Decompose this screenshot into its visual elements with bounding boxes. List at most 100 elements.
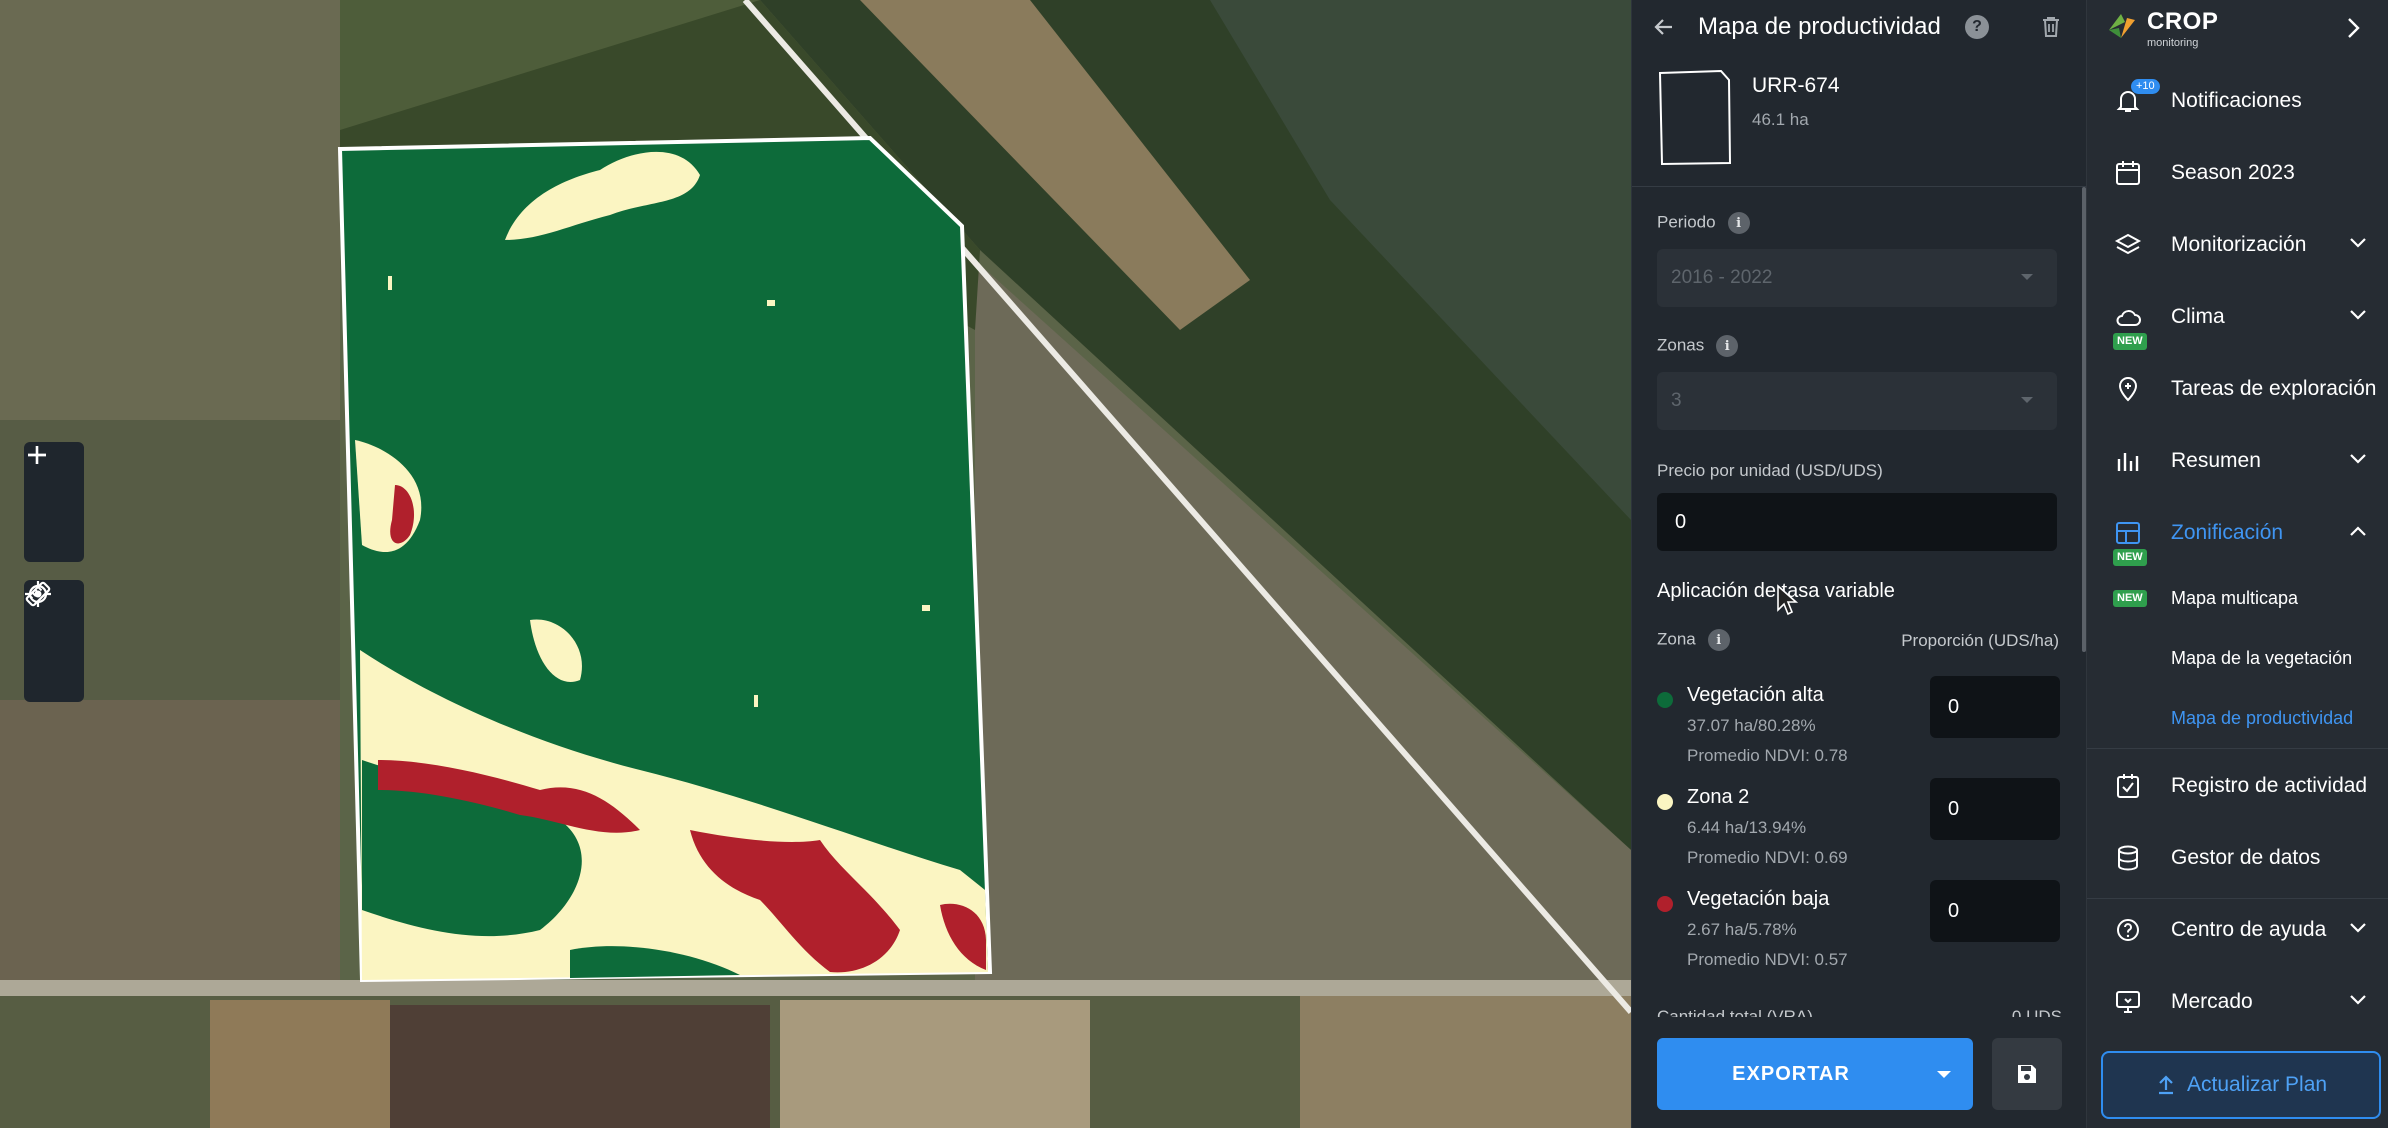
- upload-icon: [2159, 1075, 2173, 1095]
- satellite-map[interactable]: [0, 0, 1631, 1128]
- price-label: Precio por unidad (USD/UDS): [1657, 461, 1883, 480]
- sub-vegetation-map[interactable]: Mapa de la vegetación: [2171, 648, 2352, 669]
- price-input[interactable]: 0: [1657, 493, 2057, 551]
- field-name: URR-674: [1752, 74, 1840, 97]
- upgrade-plan-button[interactable]: Actualizar Plan: [2101, 1051, 2381, 1119]
- nav-marketplace[interactable]: Mercado: [2087, 970, 2388, 1034]
- nav-label: Centro de ayuda: [2171, 918, 2327, 941]
- period-select[interactable]: 2016 - 2022: [1657, 249, 2057, 307]
- locate-button[interactable]: [24, 581, 84, 700]
- zone-rate-value: 0: [1948, 798, 1960, 820]
- help-icon[interactable]: ?: [1965, 15, 1989, 39]
- info-icon[interactable]: i: [1707, 629, 1730, 651]
- minus-icon: [28, 453, 46, 457]
- zone-rate-value: 0: [1948, 900, 1960, 922]
- zones-select[interactable]: 3: [1657, 372, 2057, 430]
- brand-logo[interactable]: CROP monitoring: [2105, 8, 2218, 49]
- field-card[interactable]: URR-674 46.1 ha: [1632, 54, 2087, 187]
- nav-notifications[interactable]: +10 Notificaciones: [2087, 69, 2388, 133]
- checklist-icon: [2117, 774, 2139, 798]
- period-label: Periodo i: [1657, 212, 1750, 234]
- info-icon[interactable]: i: [1727, 212, 1750, 234]
- nav-label: Monitorización: [2171, 233, 2307, 256]
- zone-area: 6.44 ha/13.94%: [1687, 818, 1807, 837]
- chevron-down-icon: [2350, 238, 2366, 248]
- zone-row: Zona 2 6.44 ha/13.94% Promedio NDVI: 0.6…: [1657, 778, 2062, 888]
- nav-monitoring[interactable]: Monitorización: [2087, 213, 2388, 277]
- zone-color-dot: [1657, 896, 1673, 912]
- panel-actions: EXPORTAR: [1632, 1017, 2087, 1128]
- nav-label: Registro de actividad: [2171, 774, 2368, 797]
- info-icon[interactable]: i: [1716, 335, 1739, 357]
- map-canvas[interactable]: [0, 0, 1631, 1128]
- main-sidebar: CROP monitoring +10 Notificaciones Seaso…: [2086, 0, 2388, 1128]
- nav-label: Clima: [2171, 305, 2225, 328]
- chevron-right-icon: [2348, 18, 2360, 38]
- crosshair-icon: [25, 581, 51, 607]
- trash-icon: [2043, 17, 2059, 37]
- nav-weather[interactable]: NEW Clima: [2087, 285, 2388, 350]
- upgrade-label: Actualizar Plan: [2187, 1073, 2328, 1096]
- panel-scroll-area[interactable]: Periodo i 2016 - 2022 Zonas i 3 Precio por…: [1632, 187, 2087, 1017]
- brand-subtitle: monitoring: [2147, 37, 2199, 49]
- sub-productivity-map[interactable]: Mapa de productividad: [2171, 708, 2353, 729]
- collapse-sidebar-button[interactable]: [2337, 12, 2369, 44]
- zone-rate-value: 0: [1948, 696, 1960, 718]
- vra-total-value: 0 UDS: [2011, 1007, 2062, 1017]
- nav-label: Season 2023: [2171, 161, 2295, 184]
- caret-down-icon[interactable]: [1937, 1071, 1951, 1078]
- zone-rate-input[interactable]: 0: [1930, 676, 2060, 738]
- nav-summary[interactable]: Resumen: [2087, 429, 2388, 493]
- export-button[interactable]: EXPORTAR: [1657, 1038, 1973, 1110]
- save-button[interactable]: [1992, 1038, 2062, 1110]
- bar-chart-icon: [2117, 453, 2139, 471]
- new-badge: NEW: [2113, 590, 2147, 607]
- field-area: 46.1 ha: [1752, 110, 1809, 129]
- zoom-out-button[interactable]: [24, 453, 84, 562]
- help-circle-icon: [2117, 919, 2139, 941]
- zone-name: Vegetación alta: [1687, 684, 1824, 706]
- panel-title: Mapa de productividad: [1698, 13, 1941, 40]
- nav-zoning[interactable]: NEW Zonificación: [2087, 501, 2388, 566]
- zone-color-dot: [1657, 692, 1673, 708]
- rate-column-header: Proporción (UDS/ha): [1901, 631, 2059, 650]
- productivity-map-panel: Mapa de productividad ? URR-674 46.1 ha …: [1631, 0, 2087, 1128]
- nav-label: Resumen: [2171, 449, 2261, 472]
- nav-season[interactable]: Season 2023: [2087, 141, 2388, 205]
- chevron-down-icon: [2350, 995, 2366, 1005]
- panel-header: Mapa de productividad ?: [1632, 0, 2087, 54]
- nav-label: Tareas de exploración: [2171, 377, 2377, 400]
- nav-activity-log[interactable]: Registro de actividad: [2087, 754, 2388, 818]
- crop-logo-icon: [2109, 14, 2135, 38]
- chevron-down-icon: [2350, 310, 2366, 320]
- zone-area: 37.07 ha/80.28%: [1687, 716, 1816, 735]
- nav-data-manager[interactable]: Gestor de datos: [2087, 826, 2388, 890]
- zoning-icon: [2116, 522, 2140, 544]
- nav-help-center[interactable]: Centro de ayuda: [2087, 898, 2388, 962]
- arrow-left-icon: [1654, 19, 1672, 35]
- nav-scouting-tasks[interactable]: Tareas de exploración: [2087, 357, 2388, 421]
- sub-multilayer-map[interactable]: Mapa multicapa: [2171, 588, 2298, 609]
- vra-total-row: Cantidad total (VRA) 0 UDS: [1657, 1007, 2062, 1017]
- zone-rate-input[interactable]: 0: [1930, 778, 2060, 840]
- zoom-controls: [24, 442, 84, 562]
- nav-label: Gestor de datos: [2171, 846, 2321, 869]
- zone-row: Vegetación alta 37.07 ha/80.28% Promedio…: [1657, 676, 2062, 786]
- back-button[interactable]: [1650, 13, 1678, 41]
- period-value: 2016 - 2022: [1671, 267, 1773, 288]
- zone-rate-input[interactable]: 0: [1930, 880, 2060, 942]
- mouse-cursor-icon: [1777, 584, 1799, 616]
- monitor-icon: [2116, 991, 2140, 1013]
- database-icon: [2118, 845, 2138, 871]
- zone-name: Zona 2: [1687, 786, 1750, 808]
- nav-label: Mercado: [2171, 990, 2253, 1013]
- zone-column-header: Zona i: [1657, 629, 1730, 651]
- chevron-up-icon: [2350, 526, 2366, 536]
- calendar-icon: [2116, 161, 2140, 185]
- new-badge: NEW: [2113, 333, 2147, 350]
- brand-name: CROP: [2147, 8, 2219, 35]
- zones-label-text: Zonas: [1657, 335, 1705, 355]
- delete-button[interactable]: [2038, 14, 2064, 40]
- nav-label: Notificaciones: [2171, 89, 2302, 112]
- zone-area: 2.67 ha/5.78%: [1687, 920, 1797, 939]
